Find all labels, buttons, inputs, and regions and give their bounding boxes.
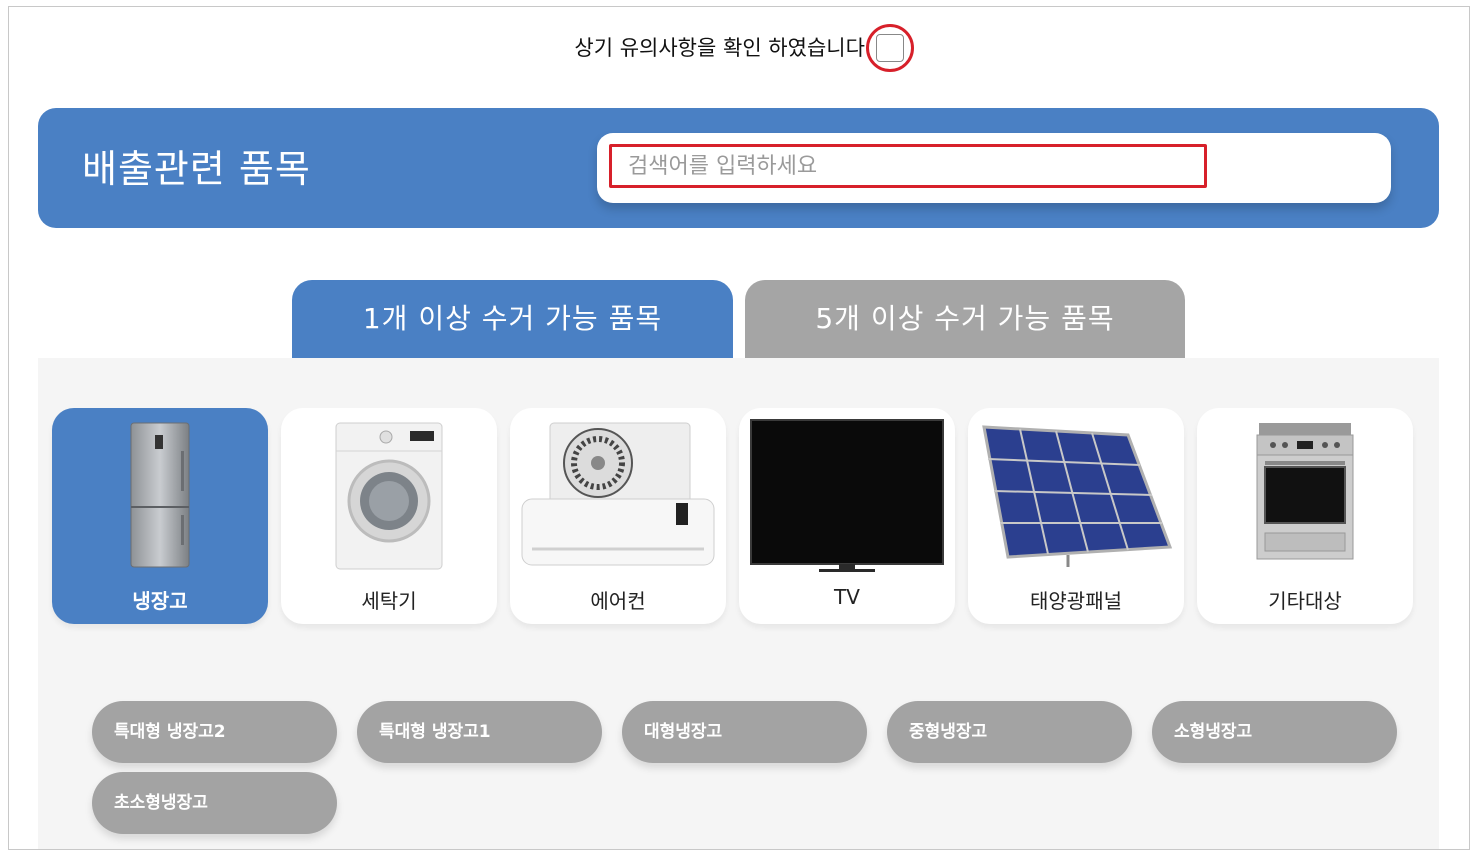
banner: 배출관련 품목 [38,108,1439,228]
highlight-circle [865,24,914,72]
tab-five-or-more[interactable]: 5개 이상 수거 가능 품목 [745,280,1185,358]
washing-machine-icon [335,422,443,570]
stove-icon [1256,423,1354,560]
confirm-checkbox[interactable] [865,24,914,72]
category-panel: 냉장고 세탁기 에어컨 TV 태양광패널 기타대상 특대형 냉장고2 특대형 냉… [38,358,1439,849]
page-frame: 상기 유의사항을 확인 하였습니다. 배출관련 품목 1개 이상 수거 가능 품… [8,6,1470,850]
category-card-washer[interactable]: 세탁기 [281,408,497,624]
search-input[interactable] [609,144,1207,188]
category-label: 냉장고 [132,589,188,613]
banner-title: 배출관련 품목 [82,147,311,191]
search-box [597,133,1391,203]
category-label: 태양광패널 [1030,589,1122,613]
category-card-solar[interactable]: 태양광패널 [968,408,1184,624]
confirm-text: 상기 유의사항을 확인 하였습니다. [574,36,872,60]
tab-one-or-more[interactable]: 1개 이상 수거 가능 품목 [292,280,733,358]
tv-icon [750,419,944,572]
subitem-pill[interactable]: 특대형 냉장고2 [92,701,337,763]
category-label: 세탁기 [361,589,417,613]
subitem-pill[interactable]: 초소형냉장고 [92,772,337,834]
air-conditioner-icon [521,422,715,566]
category-label: TV [834,585,860,609]
category-label: 기타대상 [1268,589,1342,613]
category-card-aircon[interactable]: 에어컨 [510,408,726,624]
refrigerator-icon [130,422,190,568]
category-card-etc[interactable]: 기타대상 [1197,408,1413,624]
subitem-pill[interactable]: 중형냉장고 [887,701,1132,763]
subitem-pill[interactable]: 소형냉장고 [1152,701,1397,763]
subitem-pill[interactable]: 대형냉장고 [622,701,867,763]
subitem-pill[interactable]: 특대형 냉장고1 [357,701,602,763]
category-card-tv[interactable]: TV [739,408,955,624]
confirm-row: 상기 유의사항을 확인 하였습니다. [9,24,1469,72]
category-card-refrigerator[interactable]: 냉장고 [52,408,268,624]
solar-panel-icon [982,425,1173,567]
category-label: 에어컨 [590,589,646,613]
